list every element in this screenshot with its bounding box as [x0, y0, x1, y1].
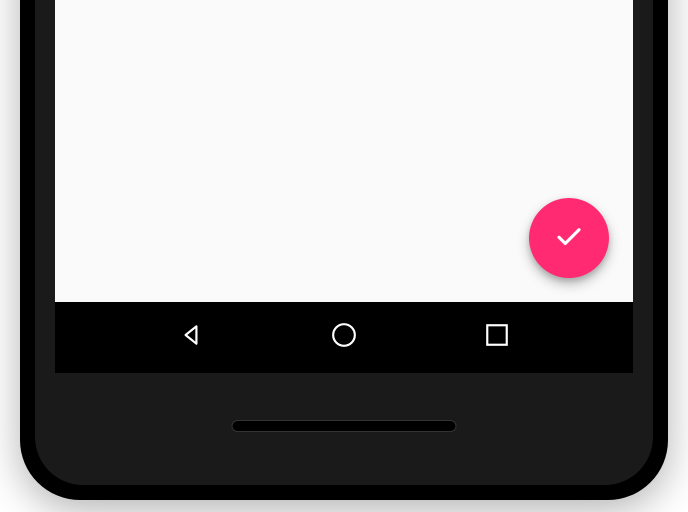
nav-home-button[interactable]: [329, 323, 359, 353]
home-circle-icon: [331, 322, 357, 353]
nav-recent-button[interactable]: [482, 323, 512, 353]
check-icon: [554, 221, 584, 256]
fab-confirm-button[interactable]: [529, 198, 609, 278]
phone-screen: [55, 0, 633, 373]
phone-speaker: [232, 420, 457, 432]
recent-square-icon: [484, 322, 510, 353]
app-content-area: [55, 0, 633, 302]
system-nav-bar: [55, 302, 633, 373]
nav-back-button[interactable]: [176, 323, 206, 353]
back-triangle-icon: [178, 322, 204, 353]
